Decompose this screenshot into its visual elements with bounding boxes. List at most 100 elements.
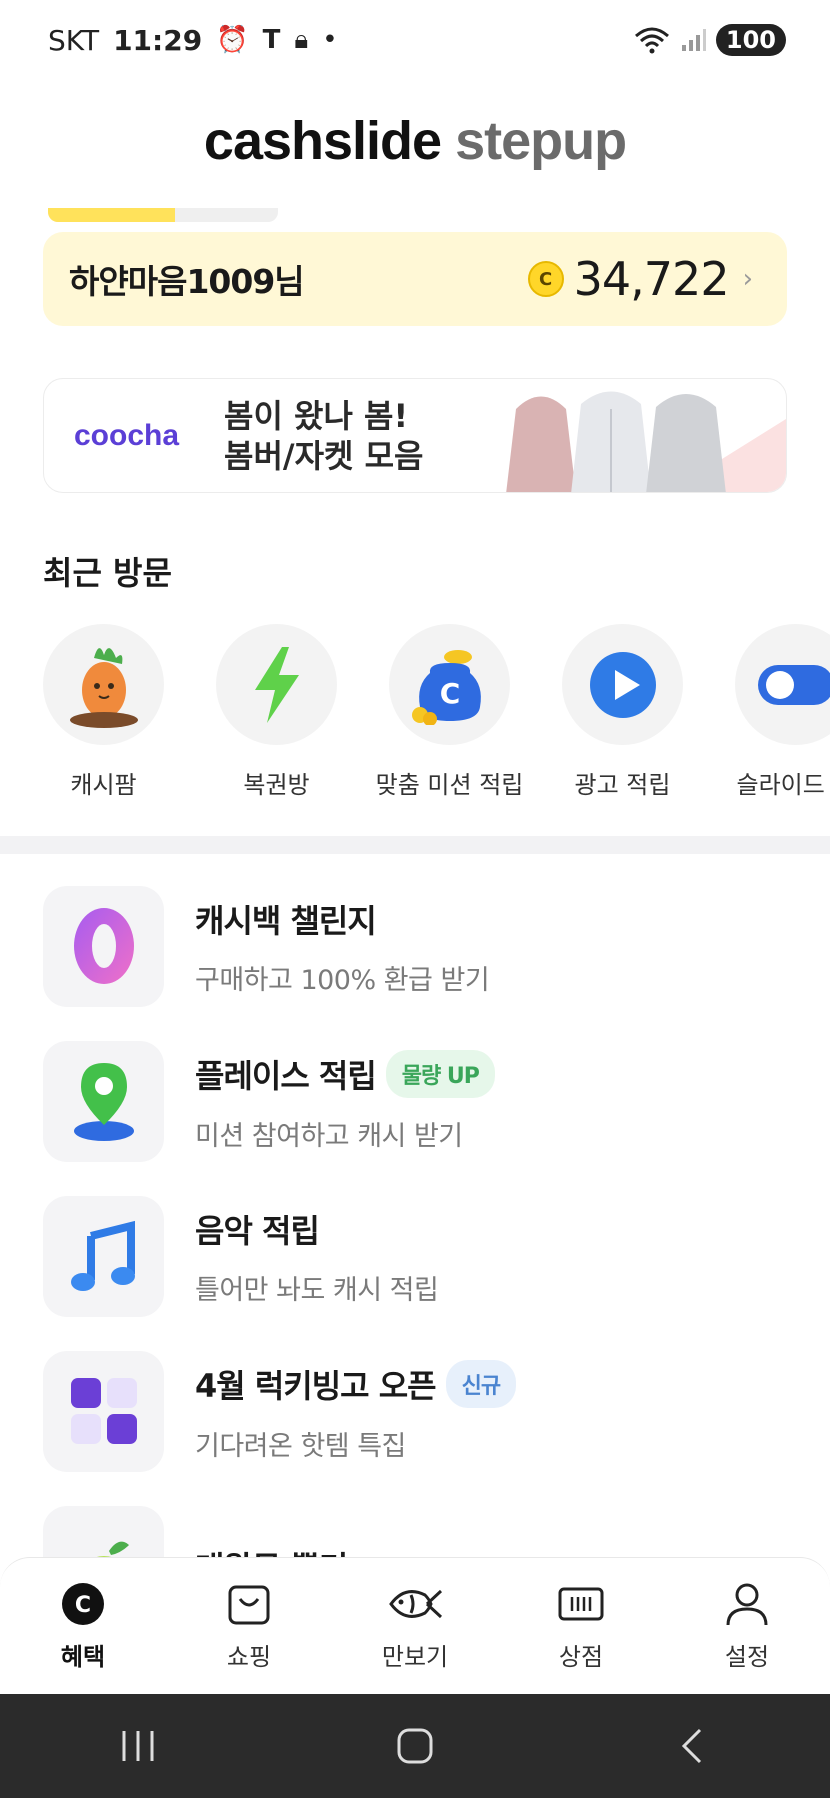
carrier-label: SKT	[48, 23, 100, 57]
clock: 11:29	[113, 23, 203, 57]
list-item-subtitle: 틀어만 놔도 캐시 적립	[195, 1274, 439, 1306]
list-item-subtitle: 기다려온 핫템 특집	[195, 1430, 406, 1462]
recent-item-lottery[interactable]: 복권방	[216, 624, 337, 800]
progress-fill	[48, 208, 175, 222]
list-item-subtitle: 구매하고 100% 환급 받기	[195, 964, 490, 996]
nav-label: 만보기	[381, 1642, 449, 1671]
t-icon: T	[262, 25, 281, 55]
user-name: 하얀마음1009님	[69, 262, 305, 301]
nav-label: 상점	[558, 1642, 604, 1671]
status-left: SKT 11:29 ⏰ T 🔒︎ •	[48, 24, 338, 57]
nav-label: 설정	[724, 1642, 770, 1671]
nav-benefits[interactable]: C 혜택	[23, 1581, 143, 1672]
alarm-icon: ⏰	[216, 25, 249, 55]
list-item-icon-box	[43, 1195, 164, 1317]
signal-icon	[681, 29, 706, 51]
system-navigation-bar	[0, 1694, 830, 1798]
bottom-navigation: C 혜택 쇼핑 만보기 상점 설정	[0, 1557, 830, 1694]
play-icon	[589, 651, 656, 718]
recent-list: 캐시팜 복권방 C 맞춤 미션 적립 광고 적립 슬라이드	[43, 624, 830, 800]
list-item-text: 음악 적립 틀어만 놔도 캐시 적립	[195, 1206, 439, 1307]
banner-brand-logo: coocha	[74, 418, 180, 452]
bingo-grid-icon	[70, 1378, 137, 1444]
ticket-icon	[558, 1587, 604, 1620]
list-item-place-reward[interactable]: 플레이스 적립 물량 UP 미션 참여하고 캐시 받기	[43, 1040, 803, 1162]
home-icon[interactable]	[395, 1726, 435, 1766]
nav-label: 혜택	[60, 1642, 106, 1671]
svg-text:C: C	[439, 677, 460, 710]
recent-item-circle	[735, 624, 830, 745]
list-item-cashback-challenge[interactable]: 캐시백 챌린지 구매하고 100% 환급 받기	[43, 885, 803, 1007]
list-item-music-reward[interactable]: 음악 적립 틀어만 놔도 캐시 적립	[43, 1195, 803, 1317]
recent-item-slide[interactable]: 슬라이드 적	[735, 624, 830, 800]
recent-apps-icon[interactable]	[118, 1729, 158, 1763]
recent-item-label: 슬라이드 적	[736, 771, 830, 799]
person-icon	[726, 1583, 768, 1625]
list-item-icon-box	[43, 885, 164, 1007]
zero-icon	[73, 908, 134, 984]
banner-text: 봄이 왔나 봄! 봄버/자켓 모음	[224, 396, 423, 476]
lightning-icon	[254, 646, 299, 723]
nav-shopping[interactable]: 쇼핑	[189, 1581, 309, 1672]
dot-icon: •	[322, 25, 338, 55]
tag-badge: 신규	[445, 1359, 517, 1408]
list-item-title-row: 4월 럭키빙고 오픈 신규	[195, 1359, 517, 1408]
list-item-title-row: 플레이스 적립 물량 UP	[195, 1049, 495, 1098]
wifi-icon	[634, 27, 669, 54]
list-item-title: 음악 적립	[195, 1211, 320, 1250]
recent-section-title: 최근 방문	[43, 554, 172, 592]
list-item-title-row: 캐시백 챌린지	[195, 896, 489, 942]
music-note-icon	[70, 1220, 135, 1291]
recent-item-circle: C	[389, 624, 510, 745]
points-value: 34,722	[573, 252, 730, 306]
carrot-icon	[69, 647, 138, 728]
brand-word-2: stepup	[455, 111, 627, 171]
lock-icon: 🔒︎	[294, 24, 309, 55]
brand-word-1: cashslide	[203, 111, 442, 171]
recent-item-circle	[43, 624, 164, 745]
list-item-text: 4월 럭키빙고 오픈 신규 기다려온 핫템 특집	[195, 1359, 517, 1463]
cash-c-icon: C	[62, 1582, 104, 1625]
tag-badge: 물량 UP	[385, 1049, 495, 1098]
coin-pouch-icon: C	[411, 649, 481, 725]
coin-icon: C	[527, 261, 564, 297]
recent-item-custom-mission[interactable]: C 맞춤 미션 적립	[376, 624, 523, 800]
recent-item-label: 맞춤 미션 적립	[375, 771, 524, 799]
feature-list: 캐시백 챌린지 구매하고 100% 환급 받기 플레이스 적립 물량 UP 미션…	[43, 885, 803, 1661]
recent-item-label: 광고 적립	[574, 771, 671, 799]
status-right: 100	[634, 24, 786, 56]
app-header-logo: cashslide stepup	[0, 110, 830, 172]
back-icon[interactable]	[672, 1726, 712, 1766]
promo-banner[interactable]: coocha 봄이 왔나 봄! 봄버/자켓 모음	[43, 378, 787, 493]
banner-line-1: 봄이 왔나 봄!	[224, 396, 409, 435]
recent-item-ad-reward[interactable]: 광고 적립	[562, 624, 683, 800]
map-pin-icon	[73, 1063, 134, 1141]
list-item-text: 캐시백 챌린지 구매하고 100% 환급 받기	[195, 896, 490, 997]
list-item-title-row: 음악 적립	[195, 1206, 438, 1252]
user-points-card[interactable]: 하얀마음1009님 C 34,722 ›	[43, 232, 787, 326]
banner-line-2: 봄버/자켓 모음	[224, 436, 424, 475]
nav-pedometer[interactable]: 만보기	[355, 1581, 475, 1672]
toggle-icon	[757, 664, 830, 705]
list-item-title: 4월 럭키빙고 오픈	[195, 1366, 437, 1405]
list-item-subtitle: 미션 참여하고 캐시 받기	[195, 1120, 463, 1152]
nav-label: 쇼핑	[226, 1642, 272, 1671]
list-item-icon-box	[43, 1350, 164, 1472]
recent-item-cashfarm[interactable]: 캐시팜	[43, 624, 164, 800]
points-display: C 34,722 ›	[527, 252, 753, 306]
status-bar: SKT 11:29 ⏰ T 🔒︎ • 100	[0, 0, 830, 80]
nav-store[interactable]: 상점	[521, 1581, 641, 1672]
recent-item-label: 캐시팜	[70, 771, 137, 799]
svg-text:C: C	[75, 1593, 91, 1618]
list-item-lucky-bingo[interactable]: 4월 럭키빙고 오픈 신규 기다려온 핫템 특집	[43, 1350, 803, 1472]
list-item-title: 캐시백 챌린지	[195, 901, 377, 940]
battery-indicator: 100	[715, 24, 786, 56]
recent-item-circle	[562, 624, 683, 745]
progress-bar-partial	[48, 208, 278, 222]
shopping-bag-icon	[228, 1585, 270, 1624]
section-divider	[0, 836, 830, 854]
jackets-image	[506, 391, 786, 492]
nav-settings[interactable]: 설정	[687, 1581, 807, 1672]
list-item-title: 플레이스 적립	[195, 1056, 377, 1095]
list-item-text: 플레이스 적립 물량 UP 미션 참여하고 캐시 받기	[195, 1049, 495, 1153]
